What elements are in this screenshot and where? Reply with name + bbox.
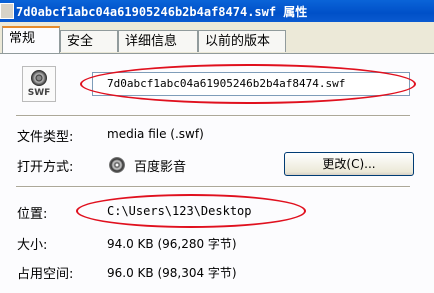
tab-strip: 常规 安全 详细信息 以前的版本 <box>0 26 434 54</box>
swf-file-icon: SWF <box>22 66 56 102</box>
location-highlight-circle <box>76 194 306 228</box>
filename-highlight-circle <box>80 64 416 104</box>
open-with-label: 打开方式: <box>17 160 74 175</box>
separator <box>16 115 410 117</box>
tab-previous-versions[interactable]: 以前的版本 <box>198 30 286 52</box>
file-icon-label: SWF <box>27 88 51 98</box>
separator <box>16 186 410 188</box>
tab-general[interactable]: 常规 <box>2 26 60 53</box>
tab-security[interactable]: 安全 <box>60 30 118 52</box>
change-button[interactable]: 更改(C)... <box>284 152 414 176</box>
disk-size-value: 96.0 KB (98,304 字节) <box>107 266 237 280</box>
tab-details[interactable]: 详细信息 <box>118 30 198 52</box>
film-reel-icon <box>31 70 47 86</box>
size-value: 94.0 KB (96,280 字节) <box>107 237 237 251</box>
disk-size-label: 占用空间: <box>17 267 74 282</box>
window-title: 7d0abcf1abc04a61905246b2b4af8474.swf 属性 <box>16 5 308 19</box>
file-type-value: media file (.swf) <box>107 127 204 141</box>
title-bar: 7d0abcf1abc04a61905246b2b4af8474.swf 属性 <box>0 0 434 22</box>
file-type-label: 文件类型: <box>17 130 74 145</box>
file-icon <box>0 3 14 19</box>
baidu-player-icon <box>109 157 125 173</box>
open-with-app: 百度影音 <box>134 160 187 175</box>
location-label: 位置: <box>17 207 48 222</box>
size-label: 大小: <box>17 238 48 253</box>
